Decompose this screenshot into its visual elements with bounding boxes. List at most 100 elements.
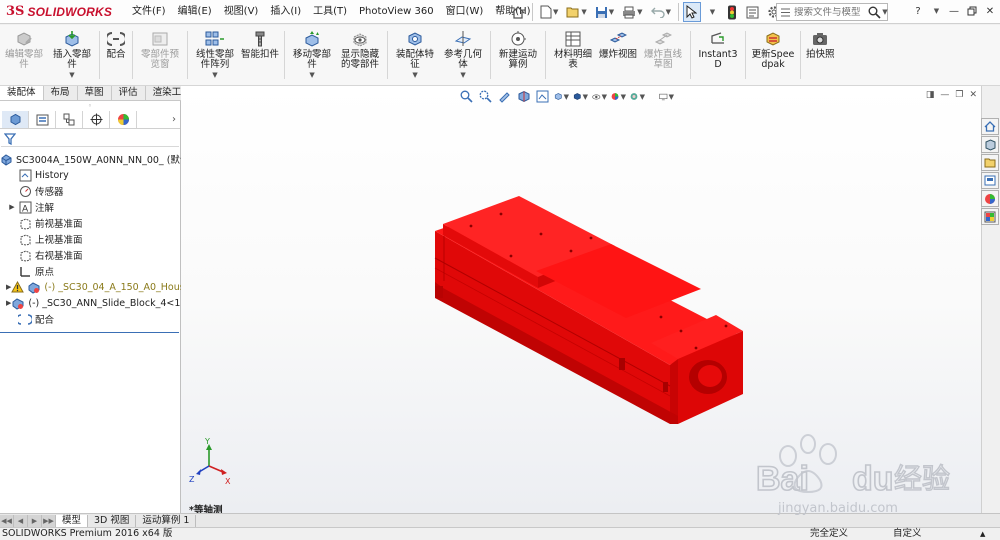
chevron-down-icon[interactable]: ▼ <box>460 71 465 79</box>
display-manager-tab-icon[interactable] <box>110 111 137 128</box>
view-palette-icon[interactable] <box>981 172 999 189</box>
cmd-speedpak-button[interactable]: 更新Speedpak <box>749 25 797 85</box>
help-dropdown-icon[interactable]: ▼ <box>928 2 944 20</box>
warning-icon <box>11 281 25 294</box>
cmd-assembly-features-button[interactable]: 装配体特征 ▼ <box>391 25 439 85</box>
menu-item-1[interactable]: 编辑(E) <box>172 0 218 24</box>
cmd-reference-geometry-button[interactable]: 参考几何体 ▼ <box>439 25 487 85</box>
cmd-instant3d-button[interactable]: Instant3D <box>694 25 742 85</box>
graphics-area[interactable]: ▼ ▼ ▼ ▼ ▼ ▼ ◨ — ❐ ✕ Y X Z *等轴测 <box>181 86 981 513</box>
tab-0[interactable]: 装配体 <box>0 86 44 100</box>
open-document-button[interactable]: ▼ <box>563 2 589 22</box>
cmd-label: 拍快照 <box>806 49 835 60</box>
annotation-icon: A <box>18 201 32 214</box>
select-dropdown[interactable]: ▼ <box>703 2 721 22</box>
feature-manager-tree-tab-icon[interactable] <box>2 111 29 128</box>
tab-3[interactable]: 评估 <box>112 86 146 100</box>
quick-access-toolbar: ▼ ▼ ▼ ▼ ▼ ▼ ▼ S <box>508 0 810 24</box>
status-custom-units[interactable]: 自定义 <box>893 528 922 540</box>
cmd-insert-components-button[interactable]: 插入零部件 ▼ <box>48 25 96 85</box>
tree-node[interactable]: 上视基准面 <box>0 231 180 247</box>
design-library-icon[interactable] <box>981 136 999 153</box>
custom-properties-icon[interactable] <box>981 208 999 225</box>
solidworks-logo[interactable]: 3S SOLIDWORKS <box>0 0 126 24</box>
chevron-down-icon[interactable]: ▼ <box>309 71 314 79</box>
print-button[interactable]: ▼ <box>619 2 645 22</box>
command-separator <box>387 31 389 79</box>
menu-item-6[interactable]: 窗口(W) <box>440 0 490 24</box>
tab-2[interactable]: 草图 <box>78 86 112 100</box>
tree-node[interactable]: 传感器 <box>0 183 180 199</box>
tree-root-assembly[interactable]: SC3004A_150W_A0NN_NN_00_ (默认< <box>0 151 197 167</box>
first-tab-icon[interactable]: ◀◀ <box>0 514 14 527</box>
undo-button[interactable]: ▼ <box>648 2 674 22</box>
rebuild-button[interactable] <box>723 2 741 22</box>
dimxpert-tab-icon[interactable] <box>83 111 110 128</box>
menu-item-3[interactable]: 插入(I) <box>264 0 307 24</box>
assembly-model[interactable]: Y X Z <box>181 86 981 513</box>
menu-item-5[interactable]: PhotoView 360 <box>353 0 440 24</box>
tree-node[interactable]: History <box>0 167 180 183</box>
triad-y-label: Y <box>204 437 210 446</box>
cmd-component-preview-button[interactable]: 零部件预览窗 <box>136 25 184 85</box>
instant3d-icon <box>707 29 729 49</box>
configuration-manager-tab-icon[interactable] <box>56 111 83 128</box>
search-icon[interactable]: ▼ <box>866 3 890 21</box>
cmd-show-hidden-button[interactable]: 显示隐藏的零部件 <box>336 25 384 85</box>
tree-node[interactable]: 前视基准面 <box>0 215 180 231</box>
tree-node-label: 前视基准面 <box>35 219 83 230</box>
menu-item-2[interactable]: 视图(V) <box>218 0 265 24</box>
select-button[interactable] <box>682 2 701 22</box>
welcome-home-button[interactable] <box>508 2 528 22</box>
tab-1[interactable]: 布局 <box>44 86 78 100</box>
tree-node[interactable]: ▶ A 注解 <box>0 199 180 215</box>
cmd-label: 更新Speedpak <box>751 49 795 70</box>
cmd-edit-component-button[interactable]: 编辑零部件 <box>0 25 48 85</box>
cmd-snapshot-button[interactable]: 拍快照 <box>804 25 837 85</box>
new-document-button[interactable]: ▼ <box>537 2 561 22</box>
cmd-exploded-view-button[interactable]: 爆炸视图 <box>597 25 639 85</box>
cmd-new-motion-study-button[interactable]: 新建运动算例 <box>494 25 542 85</box>
bottom-tab-1[interactable]: 3D 视图 <box>88 514 137 527</box>
camera-icon <box>809 29 831 49</box>
cmd-explode-line-button[interactable]: 爆炸直线草图 <box>639 25 687 85</box>
appearances-icon[interactable] <box>981 190 999 207</box>
cmd-smart-fasteners-button[interactable]: 智能扣件 <box>239 25 281 85</box>
tree-node[interactable]: ▶ (-) _SC30_ANN_Slide_Block_4<1> <box>0 295 188 311</box>
resources-home-icon[interactable] <box>981 118 999 135</box>
expand-arrow-icon[interactable]: ▶ <box>6 203 18 211</box>
cmd-bom-button[interactable]: 材料明细表 <box>549 25 597 85</box>
close-icon[interactable]: ✕ <box>982 2 998 20</box>
next-tab-icon[interactable]: ▶ <box>28 514 42 527</box>
chevron-down-icon[interactable]: ▼ <box>69 71 74 79</box>
restore-icon[interactable] <box>964 2 980 20</box>
tree-node[interactable]: 原点 <box>0 263 180 279</box>
tree-node[interactable]: 配合 <box>0 311 180 327</box>
menu-bar: 文件(F) 编辑(E) 视图(V) 插入(I) 工具(T) PhotoView 360 窗口… <box>126 0 537 24</box>
file-explorer-icon[interactable] <box>981 154 999 171</box>
cmd-move-component-button[interactable]: 移动零部件 ▼ <box>288 25 336 85</box>
tree-node[interactable]: ▶ (-) _SC30_04_A_150_A0_Housir <box>0 279 191 295</box>
cmd-mate-button[interactable]: 配合 <box>103 25 129 85</box>
help-button[interactable]: ? <box>910 2 926 20</box>
minimize-icon[interactable]: — <box>946 2 962 20</box>
chevron-right-icon[interactable]: › <box>172 114 180 125</box>
filter-icon[interactable] <box>1 131 179 147</box>
previous-tab-icon[interactable]: ◀ <box>14 514 28 527</box>
chevron-down-icon[interactable]: ▼ <box>212 71 217 79</box>
menu-item-0[interactable]: 文件(F) <box>126 0 172 24</box>
cmd-label: 装配体特征 <box>396 49 435 70</box>
tree-node[interactable]: 右视基准面 <box>0 247 180 263</box>
property-manager-tab-icon[interactable] <box>29 111 56 128</box>
chevron-down-icon[interactable]: ▼ <box>412 71 417 79</box>
menu-item-4[interactable]: 工具(T) <box>307 0 353 24</box>
last-tab-icon[interactable]: ▶▶ <box>42 514 56 527</box>
file-properties-button[interactable] <box>743 2 762 22</box>
save-button[interactable]: ▼ <box>592 2 617 22</box>
cmd-linear-pattern-button[interactable]: 线性零部件阵列 ▼ <box>191 25 239 85</box>
bottom-tab-2[interactable]: 运动算例 1 <box>136 514 197 527</box>
panel-splitter-handle[interactable]: ◦ <box>0 101 180 111</box>
status-units-dropdown-icon[interactable]: ▲ <box>980 528 985 540</box>
bottom-tab-0[interactable]: 模型 <box>56 514 89 527</box>
tree-rollback-bar[interactable] <box>0 332 179 333</box>
